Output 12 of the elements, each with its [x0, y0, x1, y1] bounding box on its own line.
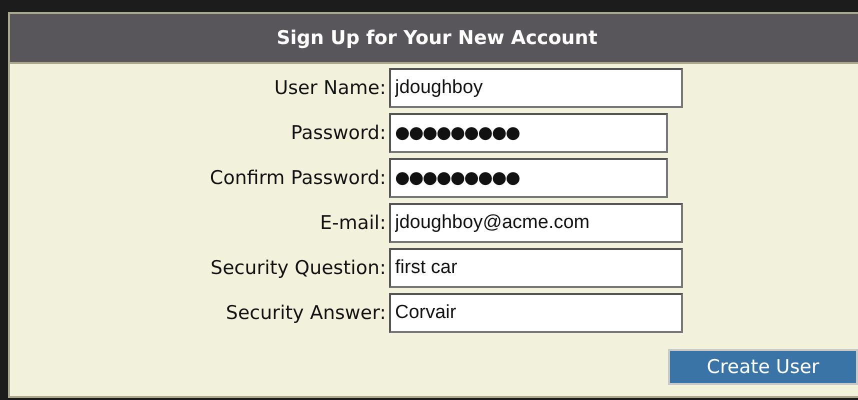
- field-label: Password:: [290, 122, 386, 144]
- form-title: Sign Up for Your New Account: [276, 27, 598, 49]
- password-field[interactable]: ●●●●●●●●●: [389, 158, 668, 198]
- create-user-button[interactable]: Create User: [668, 349, 858, 385]
- field-label: User Name:: [273, 77, 386, 99]
- field-label: Security Answer:: [224, 302, 386, 324]
- field-label: E-mail:: [319, 212, 386, 234]
- password-field[interactable]: ●●●●●●●●●: [389, 113, 668, 153]
- input-field[interactable]: first car: [389, 248, 683, 288]
- field-label: Security Question:: [210, 257, 386, 279]
- field-label: Confirm Password:: [208, 167, 386, 189]
- input-field[interactable]: Corvair: [389, 293, 683, 333]
